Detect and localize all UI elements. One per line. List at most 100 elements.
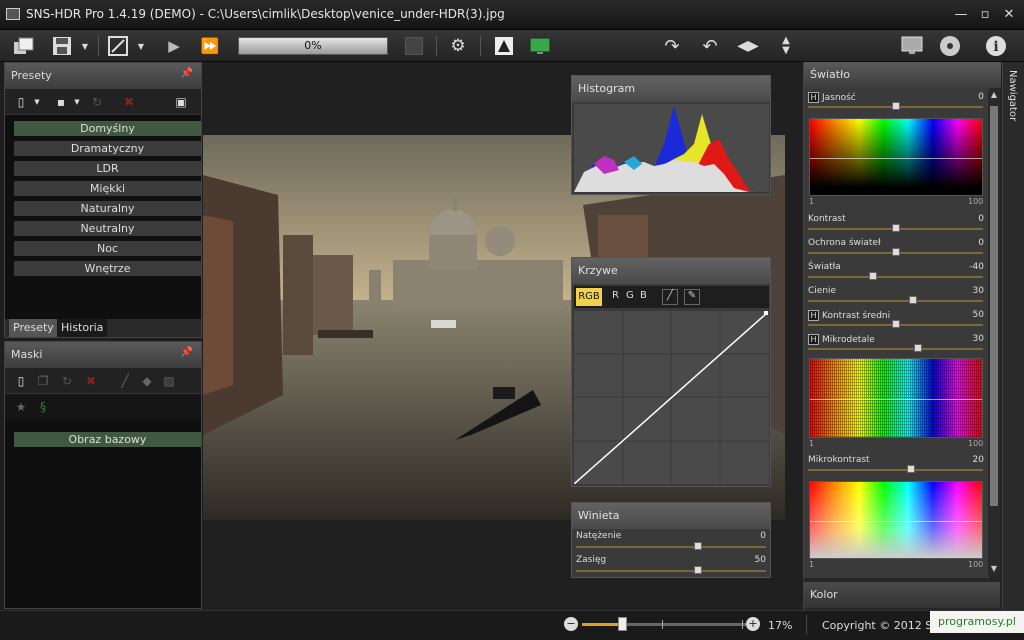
flip-vertical-icon[interactable]: ▲ ▼	[774, 34, 798, 58]
slider-label-text: Mikrokontrast	[808, 455, 870, 465]
lasso-icon[interactable]: §	[35, 399, 51, 415]
save-preset-icon[interactable]: ▪	[53, 94, 69, 110]
image-dropdown-icon[interactable]: ▼	[134, 34, 148, 58]
levels-icon[interactable]	[492, 34, 516, 58]
navigator-tab[interactable]: Nawigator	[1002, 62, 1024, 610]
h-toggle-icon[interactable]: H	[808, 334, 819, 345]
image-settings-icon[interactable]	[106, 34, 130, 58]
delete-icon[interactable]: ✖	[121, 94, 137, 110]
brush-icon[interactable]: ╱	[117, 373, 133, 389]
h-toggle-icon[interactable]: H	[808, 310, 819, 321]
preset-item[interactable]: Dramatyczny	[14, 141, 201, 156]
refresh-icon[interactable]: ↻	[59, 373, 75, 389]
slider-value: 0	[978, 238, 984, 248]
vignette-sliders: Natężenie 0 Zasięg 50	[572, 529, 770, 577]
star-icon[interactable]: ★	[13, 399, 29, 415]
slider-track[interactable]	[576, 546, 766, 548]
scroll-down-icon[interactable]: ▼	[988, 564, 1000, 576]
save-dropdown-icon[interactable]: ▼	[69, 94, 85, 110]
slider-label: Cienie	[808, 286, 836, 296]
h-toggle-icon[interactable]: H	[808, 92, 819, 103]
info-icon[interactable]: i	[984, 34, 1008, 58]
save-dropdown-icon[interactable]: ▼	[78, 34, 92, 58]
masks-title: Maski	[11, 348, 43, 361]
preview-icon[interactable]	[528, 34, 552, 58]
play-icon[interactable]: ▶	[162, 34, 186, 58]
rotate-right-icon[interactable]: ↷	[660, 34, 684, 58]
minimize-icon[interactable]: —	[952, 6, 970, 24]
slider-thumb[interactable]	[868, 272, 877, 280]
new-preset-icon[interactable]: ▯	[13, 94, 29, 110]
disc-icon[interactable]	[938, 34, 962, 58]
fast-forward-icon[interactable]: ⏩	[198, 34, 222, 58]
curve-line-icon[interactable]: ╱	[662, 289, 678, 305]
thumbnail-icon[interactable]: ▣	[173, 94, 189, 110]
slider-track[interactable]	[576, 570, 766, 572]
slider-label: Zasięg	[576, 555, 607, 565]
gears-icon[interactable]: ⚙	[446, 34, 470, 58]
preset-item[interactable]: LDR	[14, 161, 201, 176]
slider-label-text: Cienie	[808, 286, 837, 296]
zoom-out-icon[interactable]: −	[564, 617, 578, 631]
new-dropdown-icon[interactable]: ▼	[29, 94, 45, 110]
slider-thumb[interactable]	[693, 566, 702, 574]
zoom-slider-thumb[interactable]	[618, 617, 627, 631]
maximize-icon[interactable]: ▫	[976, 6, 994, 24]
preset-item[interactable]: Wnętrze	[14, 261, 201, 276]
flip-horizontal-icon[interactable]: ◀▶	[736, 34, 760, 58]
axis-label: 1	[809, 197, 815, 206]
slider-label: H Mikrodetale	[808, 334, 875, 345]
slider-thumb[interactable]	[891, 102, 900, 110]
close-icon[interactable]: ✕	[1000, 6, 1018, 24]
zoom-slider[interactable]	[582, 617, 746, 631]
rotate-left-icon[interactable]: ↶	[698, 34, 722, 58]
scroll-thumb[interactable]	[990, 106, 998, 506]
slider-thumb[interactable]	[907, 465, 916, 473]
gradient-icon[interactable]: ▨	[161, 373, 177, 389]
channel-g-button[interactable]: G	[626, 290, 634, 301]
slider-track[interactable]	[808, 276, 983, 278]
pin-icon[interactable]: 📌	[181, 347, 193, 358]
duplicate-mask-icon[interactable]: ❐	[35, 373, 51, 389]
tab-historia[interactable]: Historia	[57, 319, 108, 337]
channel-r-button[interactable]: R	[612, 290, 619, 301]
eraser-icon[interactable]: ◆	[139, 373, 155, 389]
slider-thumb[interactable]	[891, 248, 900, 256]
slider-thumb[interactable]	[891, 224, 900, 232]
color-preview	[809, 481, 983, 559]
channel-b-button[interactable]: B	[640, 290, 647, 301]
slider-track[interactable]	[808, 348, 983, 350]
zoom-value: 17%	[768, 619, 793, 632]
preset-item[interactable]: Noc	[14, 241, 201, 256]
color-header[interactable]: Kolor	[804, 582, 1000, 608]
slider-thumb[interactable]	[909, 296, 917, 304]
save-icon[interactable]	[50, 34, 74, 58]
monitor-icon[interactable]	[900, 34, 924, 58]
slider-label: Światła	[808, 262, 841, 272]
stop-icon[interactable]	[402, 34, 426, 58]
slider-track[interactable]	[808, 469, 983, 471]
slider-value: 30	[972, 334, 984, 344]
new-mask-icon[interactable]: ▯	[13, 373, 29, 389]
delete-icon[interactable]: ✖	[83, 373, 99, 389]
tab-presety[interactable]: Presety	[9, 319, 58, 337]
slider-thumb[interactable]	[693, 542, 702, 550]
light-scrollbar[interactable]: ▲ ▼	[988, 90, 1000, 576]
slider-thumb[interactable]	[914, 344, 923, 352]
preset-item[interactable]: Domyślny	[14, 121, 201, 136]
curve-pencil-icon[interactable]: ✎	[684, 289, 700, 305]
slider-thumb[interactable]	[891, 320, 900, 328]
preset-item[interactable]: Naturalny	[14, 201, 201, 216]
curves-graph[interactable]	[573, 311, 769, 485]
color-preview	[809, 358, 983, 438]
slider-track[interactable]	[808, 300, 983, 302]
mask-base-item[interactable]: Obraz bazowy	[14, 432, 201, 447]
scroll-up-icon[interactable]: ▲	[988, 90, 1000, 102]
open-files-icon[interactable]	[12, 34, 36, 58]
preset-item[interactable]: Miękki	[14, 181, 201, 196]
preset-item[interactable]: Neutralny	[14, 221, 201, 236]
zoom-in-icon[interactable]: +	[746, 617, 760, 631]
pin-icon[interactable]: 📌	[181, 68, 193, 79]
refresh-icon[interactable]: ↻	[89, 94, 105, 110]
channel-rgb-button[interactable]: RGB	[576, 288, 602, 306]
